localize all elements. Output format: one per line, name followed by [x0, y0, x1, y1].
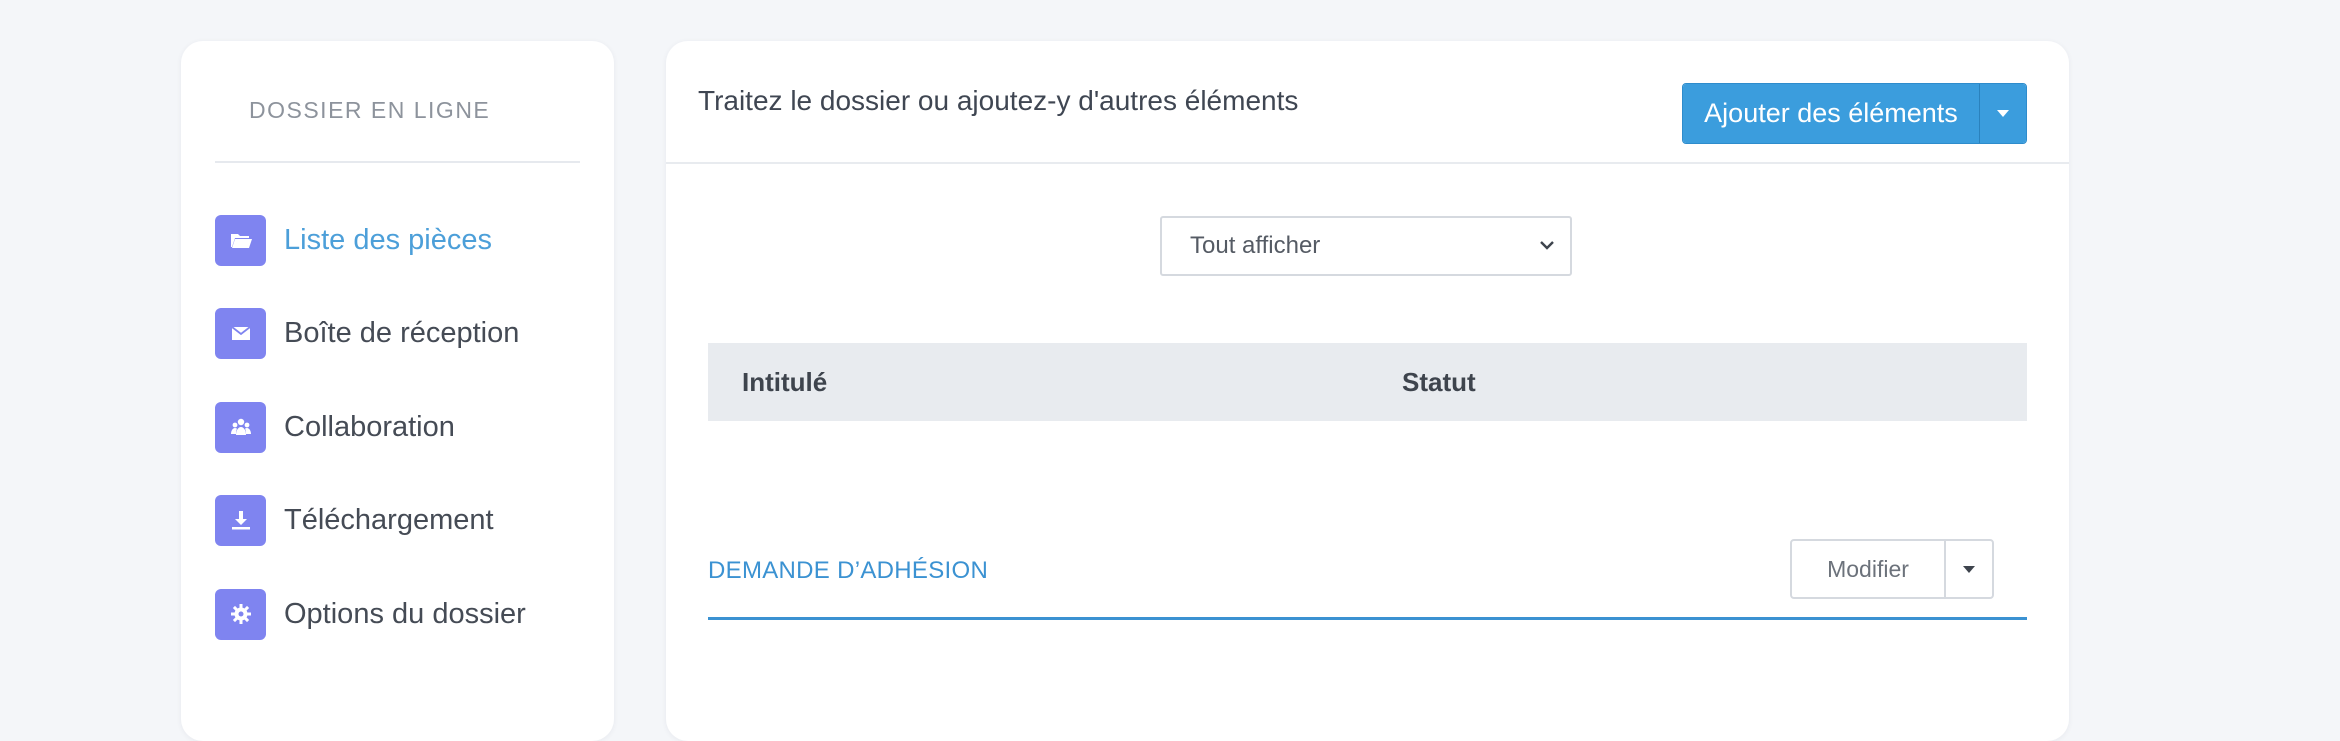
- sidebar-item-label: Collaboration: [284, 410, 455, 443]
- section-underline: [708, 617, 2027, 620]
- sidebar-item-label: Liste des pièces: [284, 223, 492, 256]
- column-header-intitule: Intitulé: [742, 367, 828, 397]
- chevron-down-icon: [1540, 241, 1554, 250]
- caret-down-icon: [1963, 565, 1975, 573]
- sidebar-item-telechargement[interactable]: Téléchargement: [215, 494, 494, 546]
- main-panel: Traitez le dossier ou ajoutez-y d'autres…: [666, 41, 2069, 741]
- modify-dropdown-toggle[interactable]: [1944, 541, 1992, 597]
- filter-select-value: Tout afficher: [1190, 232, 1321, 259]
- sidebar-item-boite-de-reception[interactable]: Boîte de réception: [215, 307, 519, 359]
- gear-icon: [215, 588, 266, 640]
- header-divider: [666, 162, 2069, 164]
- caret-down-icon: [1997, 110, 2009, 117]
- sidebar: DOSSIER EN LIGNE Liste des pièces Boîte …: [181, 41, 614, 741]
- column-header-statut: Statut: [1402, 367, 1476, 397]
- download-icon: [215, 494, 266, 546]
- sidebar-item-label: Options du dossier: [284, 597, 526, 630]
- sidebar-item-label: Boîte de réception: [284, 316, 520, 349]
- sidebar-divider: [215, 161, 580, 163]
- folder-open-icon: [215, 214, 266, 266]
- section-title: DEMANDE D’ADHÉSION: [708, 557, 989, 584]
- add-elements-split-button: Ajouter des éléments: [1682, 83, 2027, 144]
- add-elements-button[interactable]: Ajouter des éléments: [1683, 84, 1979, 143]
- sidebar-item-liste-des-pieces[interactable]: Liste des pièces: [215, 214, 492, 266]
- sidebar-heading: DOSSIER EN LIGNE: [249, 97, 491, 123]
- users-icon: [215, 401, 266, 453]
- page-title: Traitez le dossier ou ajoutez-y d'autres…: [698, 85, 1299, 116]
- sidebar-item-label: Téléchargement: [284, 503, 494, 536]
- sidebar-item-collaboration[interactable]: Collaboration: [215, 401, 455, 453]
- modify-split-button: Modifier: [1790, 539, 1994, 599]
- sidebar-item-options-du-dossier[interactable]: Options du dossier: [215, 588, 526, 640]
- table-header: Intitulé Statut: [708, 343, 2027, 421]
- envelope-icon: [215, 307, 266, 359]
- filter-select[interactable]: Tout afficher: [1160, 216, 1572, 276]
- modify-button[interactable]: Modifier: [1792, 541, 1944, 597]
- add-elements-dropdown-toggle[interactable]: [1979, 84, 2026, 143]
